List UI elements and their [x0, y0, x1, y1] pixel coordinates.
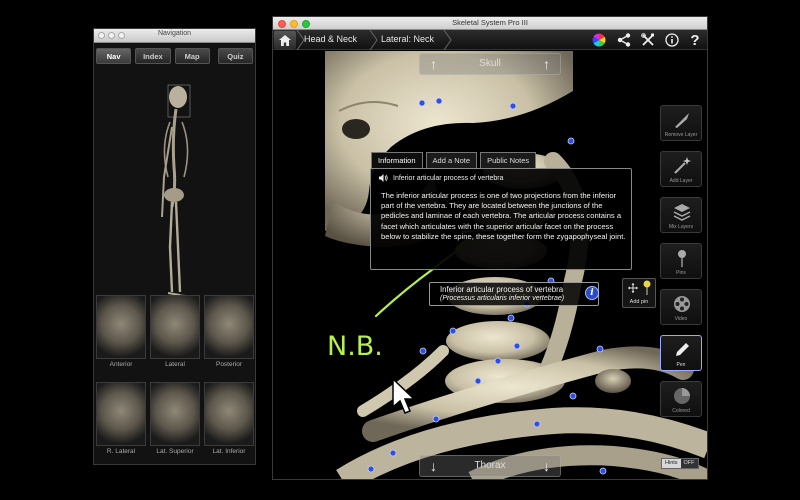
thumbnail-lat-inferior[interactable]: Lat. Inferior	[204, 382, 254, 457]
thumbnail-label: Posterior	[215, 361, 242, 368]
thumbnail-anterior[interactable]: Anterior	[96, 295, 146, 370]
popup-heading-text: Inferior articular process of vertebra	[393, 174, 504, 182]
home-button[interactable]	[274, 31, 296, 49]
help-icon[interactable]: ?	[687, 32, 703, 49]
colored-icon	[674, 388, 690, 404]
thumbnail-label: Lateral	[165, 361, 185, 368]
thumbnail-image	[150, 382, 200, 446]
tab-information[interactable]: Information	[371, 152, 423, 168]
main-toolbar: Head & Neck Lateral: Neck ?	[273, 30, 707, 50]
thumbnail-label: R. Lateral	[106, 448, 136, 455]
cursor-arrow-icon	[392, 377, 416, 414]
chevron-right-icon	[443, 30, 452, 50]
window-title: Skeletal System Pro III	[452, 18, 528, 27]
handwritten-annotation: N.B.	[327, 331, 383, 362]
pin-icon	[643, 280, 651, 295]
thumbnail-lateral[interactable]: Lateral	[150, 295, 200, 370]
tool-label: Remove Layer	[664, 132, 698, 138]
tool-label: Mix Layers	[668, 224, 694, 230]
main-titlebar[interactable]: Skeletal System Pro III	[273, 17, 707, 30]
scalpel-icon	[675, 113, 689, 128]
move-icon	[628, 283, 638, 293]
tool-label: Video	[674, 316, 688, 322]
hints-label: Hints	[662, 459, 681, 468]
main-window: Skeletal System Pro III Head & Neck Late…	[272, 16, 708, 480]
tab-add-note[interactable]: Add a Note	[425, 152, 478, 168]
thumbnail-lat-superior[interactable]: Lat. Superior	[150, 382, 200, 457]
structure-name: Inferior articular process of vertebra	[440, 285, 564, 294]
colored-button[interactable]: Colored	[660, 381, 702, 417]
tool-label: Colored	[672, 408, 690, 414]
remove-layer-button[interactable]: Remove Layer	[660, 105, 702, 141]
thumbnail-image	[204, 295, 254, 359]
arrow-up-icon: ↑	[543, 56, 550, 72]
tab-map[interactable]: Map	[174, 48, 210, 64]
tab-nav[interactable]: Nav	[96, 48, 132, 64]
speaker-icon[interactable]	[379, 174, 388, 182]
navigation-tabs: Nav Index Map Quiz	[94, 45, 255, 67]
hints-toggle[interactable]: Hints OFF	[661, 458, 699, 469]
breadcrumb-lateral-neck[interactable]: Lateral: Neck	[381, 34, 434, 44]
structure-label[interactable]: Inferior articular process of vertebra (…	[429, 282, 599, 306]
pen-icon	[676, 343, 689, 356]
pan-label: Thorax	[474, 460, 506, 471]
info-icon[interactable]	[664, 32, 680, 48]
tab-index[interactable]: Index	[135, 48, 171, 64]
navigation-titlebar[interactable]: Navigation	[94, 29, 255, 43]
arrow-down-icon: ↓	[543, 458, 550, 474]
share-icon[interactable]	[616, 32, 632, 48]
thumbnail-image	[204, 382, 254, 446]
navigation-window: Navigation Nav Index Map Quiz Anterior L…	[93, 28, 256, 465]
film-reel-icon	[674, 296, 690, 312]
popup-heading: Inferior articular process of vertebra	[379, 174, 504, 182]
tab-public-notes[interactable]: Public Notes	[480, 152, 537, 168]
breadcrumb-head-neck[interactable]: Head & Neck	[304, 34, 357, 44]
thumbnail-r-lateral[interactable]: R. Lateral	[96, 382, 146, 457]
home-icon	[279, 34, 291, 46]
navigate-skull-button[interactable]: ↑ Skull ↑	[419, 53, 561, 75]
add-pin-label: Add pin	[629, 299, 649, 305]
view-thumbnails: Anterior Lateral Posterior R. Lateral La…	[96, 295, 254, 457]
thumbnail-label: Anterior	[109, 361, 133, 368]
mix-layers-button[interactable]: Mix Layers	[660, 197, 702, 233]
navigate-thorax-button[interactable]: ↓ Thorax ↓	[419, 455, 561, 477]
thumbnail-image	[150, 295, 200, 359]
structure-info-icon[interactable]: i	[585, 286, 599, 300]
information-popup: Inferior articular process of vertebra T…	[370, 168, 632, 270]
pins-button[interactable]: Pins	[660, 243, 702, 279]
tool-label: Pins	[676, 270, 686, 276]
tool-label: Add Layer	[669, 178, 693, 184]
wand-icon	[674, 157, 691, 174]
video-button[interactable]: Video	[660, 289, 702, 325]
structure-latin-name: (Processus articularis inferior vertebra…	[440, 295, 565, 302]
tools-icon[interactable]	[640, 32, 656, 48]
chevron-right-icon	[369, 30, 378, 50]
tab-quiz[interactable]: Quiz	[217, 48, 253, 64]
hints-state: OFF	[680, 459, 698, 468]
anatomy-viewport[interactable]: N.B. ↑ Skull ↑ ↓ Thorax ↓ Information Ad…	[273, 51, 707, 479]
thumbnail-posterior[interactable]: Posterior	[204, 295, 254, 370]
color-wheel-icon[interactable]	[591, 32, 607, 48]
layers-icon	[673, 204, 691, 221]
add-layer-button[interactable]: Add Layer	[660, 151, 702, 187]
navigation-title: Navigation	[157, 30, 192, 37]
thumbnail-label: Lat. Inferior	[212, 448, 246, 455]
pen-button[interactable]: Pen	[660, 335, 702, 371]
thumbnail-label: Lat. Superior	[156, 448, 194, 455]
pan-label: Skull	[479, 58, 501, 69]
pin-icon	[678, 250, 686, 267]
tool-label: Pen	[676, 362, 686, 368]
skeleton-preview[interactable]	[146, 77, 204, 302]
add-pin-button[interactable]: Add pin	[622, 278, 656, 308]
popup-tabs: Information Add a Note Public Notes	[371, 152, 537, 168]
thumbnail-image	[96, 295, 146, 359]
popup-description: The inferior articular process is one of…	[381, 191, 626, 241]
thumbnail-image	[96, 382, 146, 446]
